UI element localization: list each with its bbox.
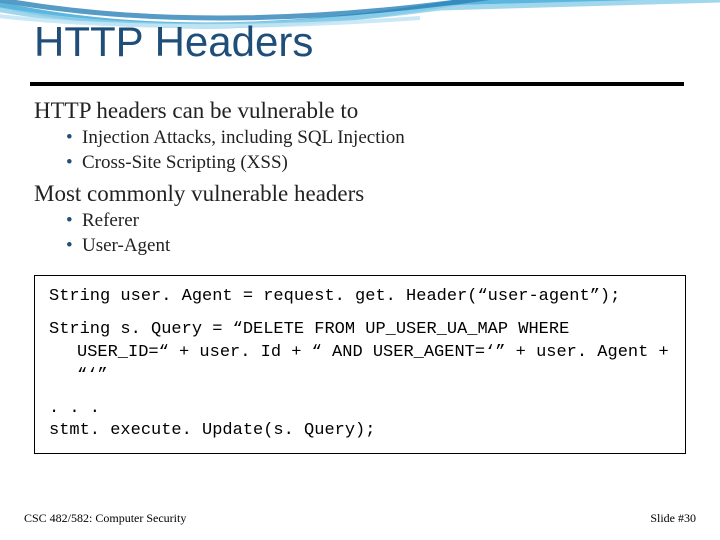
code-line: . . . stmt. execute. Update(s. Query); — [49, 398, 671, 444]
code-text: . . . — [49, 398, 671, 421]
code-box: String user. Agent = request. get. Heade… — [34, 275, 686, 455]
list-item: Injection Attacks, including SQL Injecti… — [66, 126, 686, 151]
title-underline — [30, 82, 684, 86]
bullet-list-2: Referer User-Agent — [66, 209, 686, 258]
list-item: Referer — [66, 209, 686, 234]
footer-slide-number: Slide #30 — [650, 511, 696, 526]
list-item: Cross-Site Scripting (XSS) — [66, 151, 686, 176]
code-line: String user. Agent = request. get. Heade… — [49, 286, 671, 309]
list-item: User-Agent — [66, 234, 686, 259]
code-text: stmt. execute. Update(s. Query); — [49, 420, 671, 443]
code-text: String s. Query = “DELETE FROM UP_USER_U… — [49, 320, 569, 339]
section-heading-2: Most commonly vulnerable headers — [34, 181, 686, 207]
bullet-list-1: Injection Attacks, including SQL Injecti… — [66, 126, 686, 175]
code-line: String s. Query = “DELETE FROM UP_USER_U… — [49, 319, 671, 388]
content-body: HTTP headers can be vulnerable to Inject… — [34, 92, 686, 454]
slide: HTTP Headers HTTP headers can be vulnera… — [0, 0, 720, 540]
section-heading-1: HTTP headers can be vulnerable to — [34, 98, 686, 124]
code-text-indent: USER_ID=“ + user. Id + “ AND USER_AGENT=… — [49, 342, 671, 388]
page-title: HTTP Headers — [34, 18, 313, 66]
footer-course: CSC 482/582: Computer Security — [24, 511, 186, 526]
